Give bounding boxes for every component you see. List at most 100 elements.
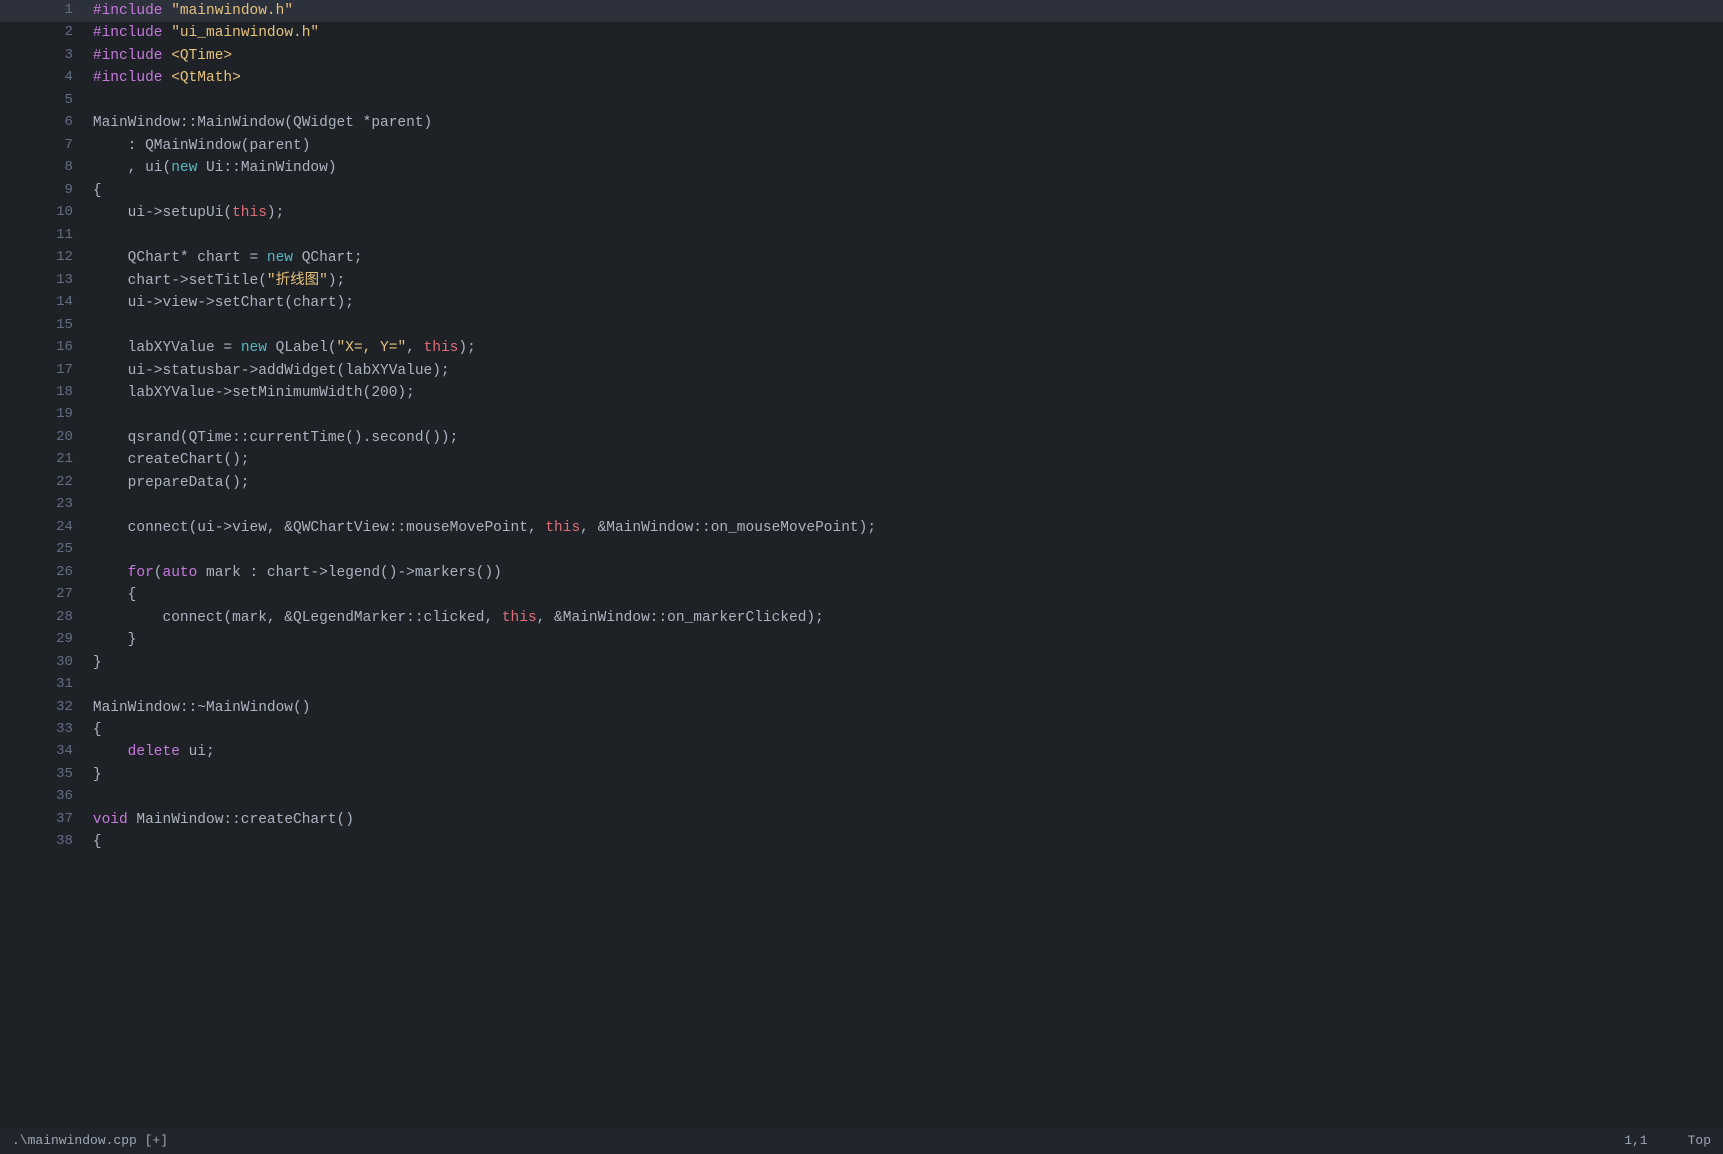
line-content [89, 539, 1723, 561]
line-number: 8 [0, 157, 89, 179]
line-number: 37 [0, 809, 89, 831]
code-line: 22 prepareData(); [0, 472, 1723, 494]
code-line: 35} [0, 764, 1723, 786]
line-content: #include "mainwindow.h" [89, 0, 1723, 22]
line-number: 10 [0, 202, 89, 224]
line-number: 11 [0, 225, 89, 247]
status-bar: .\mainwindow.cpp [+] 1,1 Top [0, 1126, 1723, 1154]
line-content [89, 786, 1723, 808]
line-number: 16 [0, 337, 89, 359]
code-line: 24 connect(ui->view, &QWChartView::mouse… [0, 517, 1723, 539]
code-line: 8 , ui(new Ui::MainWindow) [0, 157, 1723, 179]
line-content [89, 404, 1723, 426]
line-content: : QMainWindow(parent) [89, 135, 1723, 157]
line-content: } [89, 629, 1723, 651]
line-number: 5 [0, 90, 89, 112]
line-number: 29 [0, 629, 89, 651]
line-content [89, 225, 1723, 247]
code-line: 30} [0, 652, 1723, 674]
code-line: 11 [0, 225, 1723, 247]
line-content: } [89, 764, 1723, 786]
code-line: 7 : QMainWindow(parent) [0, 135, 1723, 157]
line-content [89, 494, 1723, 516]
code-line: 9{ [0, 180, 1723, 202]
line-number: 15 [0, 315, 89, 337]
code-line: 28 connect(mark, &QLegendMarker::clicked… [0, 607, 1723, 629]
line-content: connect(mark, &QLegendMarker::clicked, t… [89, 607, 1723, 629]
code-line: 3#include <QTime> [0, 45, 1723, 67]
code-line: 13 chart->setTitle("折线图"); [0, 270, 1723, 292]
line-number: 20 [0, 427, 89, 449]
code-line: 20 qsrand(QTime::currentTime().second())… [0, 427, 1723, 449]
code-line: 19 [0, 404, 1723, 426]
line-content: MainWindow::~MainWindow() [89, 697, 1723, 719]
line-content: QChart* chart = new QChart; [89, 247, 1723, 269]
line-number: 7 [0, 135, 89, 157]
code-line: 21 createChart(); [0, 449, 1723, 471]
line-content: { [89, 831, 1723, 853]
line-content: labXYValue = new QLabel("X=, Y=", this); [89, 337, 1723, 359]
status-right: 1,1 Top [1624, 1133, 1711, 1148]
code-line: 5 [0, 90, 1723, 112]
line-number: 36 [0, 786, 89, 808]
line-number: 18 [0, 382, 89, 404]
code-line: 4#include <QtMath> [0, 67, 1723, 89]
code-line: 32MainWindow::~MainWindow() [0, 697, 1723, 719]
line-number: 2 [0, 22, 89, 44]
line-content: void MainWindow::createChart() [89, 809, 1723, 831]
line-content: ui->view->setChart(chart); [89, 292, 1723, 314]
line-number: 21 [0, 449, 89, 471]
line-content: qsrand(QTime::currentTime().second()); [89, 427, 1723, 449]
code-line: 23 [0, 494, 1723, 516]
line-content: labXYValue->setMinimumWidth(200); [89, 382, 1723, 404]
line-content: #include <QtMath> [89, 67, 1723, 89]
line-content [89, 315, 1723, 337]
line-content: prepareData(); [89, 472, 1723, 494]
line-number: 32 [0, 697, 89, 719]
line-number: 24 [0, 517, 89, 539]
line-content: MainWindow::MainWindow(QWidget *parent) [89, 112, 1723, 134]
code-line: 15 [0, 315, 1723, 337]
line-number: 19 [0, 404, 89, 426]
line-number: 34 [0, 741, 89, 763]
code-line: 1#include "mainwindow.h" [0, 0, 1723, 22]
line-content: , ui(new Ui::MainWindow) [89, 157, 1723, 179]
code-line: 2#include "ui_mainwindow.h" [0, 22, 1723, 44]
line-content: delete ui; [89, 741, 1723, 763]
line-number: 31 [0, 674, 89, 696]
filename-label: .\mainwindow.cpp [+] [12, 1133, 168, 1148]
line-number: 14 [0, 292, 89, 314]
line-number: 1 [0, 0, 89, 22]
line-content: for(auto mark : chart->legend()->markers… [89, 562, 1723, 584]
line-content: #include <QTime> [89, 45, 1723, 67]
line-number: 22 [0, 472, 89, 494]
line-content: { [89, 180, 1723, 202]
line-number: 30 [0, 652, 89, 674]
line-number: 23 [0, 494, 89, 516]
line-number: 3 [0, 45, 89, 67]
code-line: 18 labXYValue->setMinimumWidth(200); [0, 382, 1723, 404]
code-line: 34 delete ui; [0, 741, 1723, 763]
code-editor: 1#include "mainwindow.h"2#include "ui_ma… [0, 0, 1723, 1126]
scroll-position: Top [1688, 1133, 1711, 1148]
line-content: { [89, 584, 1723, 606]
line-number: 6 [0, 112, 89, 134]
code-line: 12 QChart* chart = new QChart; [0, 247, 1723, 269]
line-content: } [89, 652, 1723, 674]
line-number: 12 [0, 247, 89, 269]
code-line: 38{ [0, 831, 1723, 853]
line-number: 28 [0, 607, 89, 629]
line-number: 35 [0, 764, 89, 786]
line-number: 26 [0, 562, 89, 584]
code-line: 36 [0, 786, 1723, 808]
line-content [89, 90, 1723, 112]
code-table: 1#include "mainwindow.h"2#include "ui_ma… [0, 0, 1723, 854]
code-line: 14 ui->view->setChart(chart); [0, 292, 1723, 314]
code-line: 31 [0, 674, 1723, 696]
cursor-position: 1,1 [1624, 1133, 1647, 1148]
code-line: 6MainWindow::MainWindow(QWidget *parent) [0, 112, 1723, 134]
line-number: 13 [0, 270, 89, 292]
line-number: 9 [0, 180, 89, 202]
code-line: 29 } [0, 629, 1723, 651]
line-content: { [89, 719, 1723, 741]
